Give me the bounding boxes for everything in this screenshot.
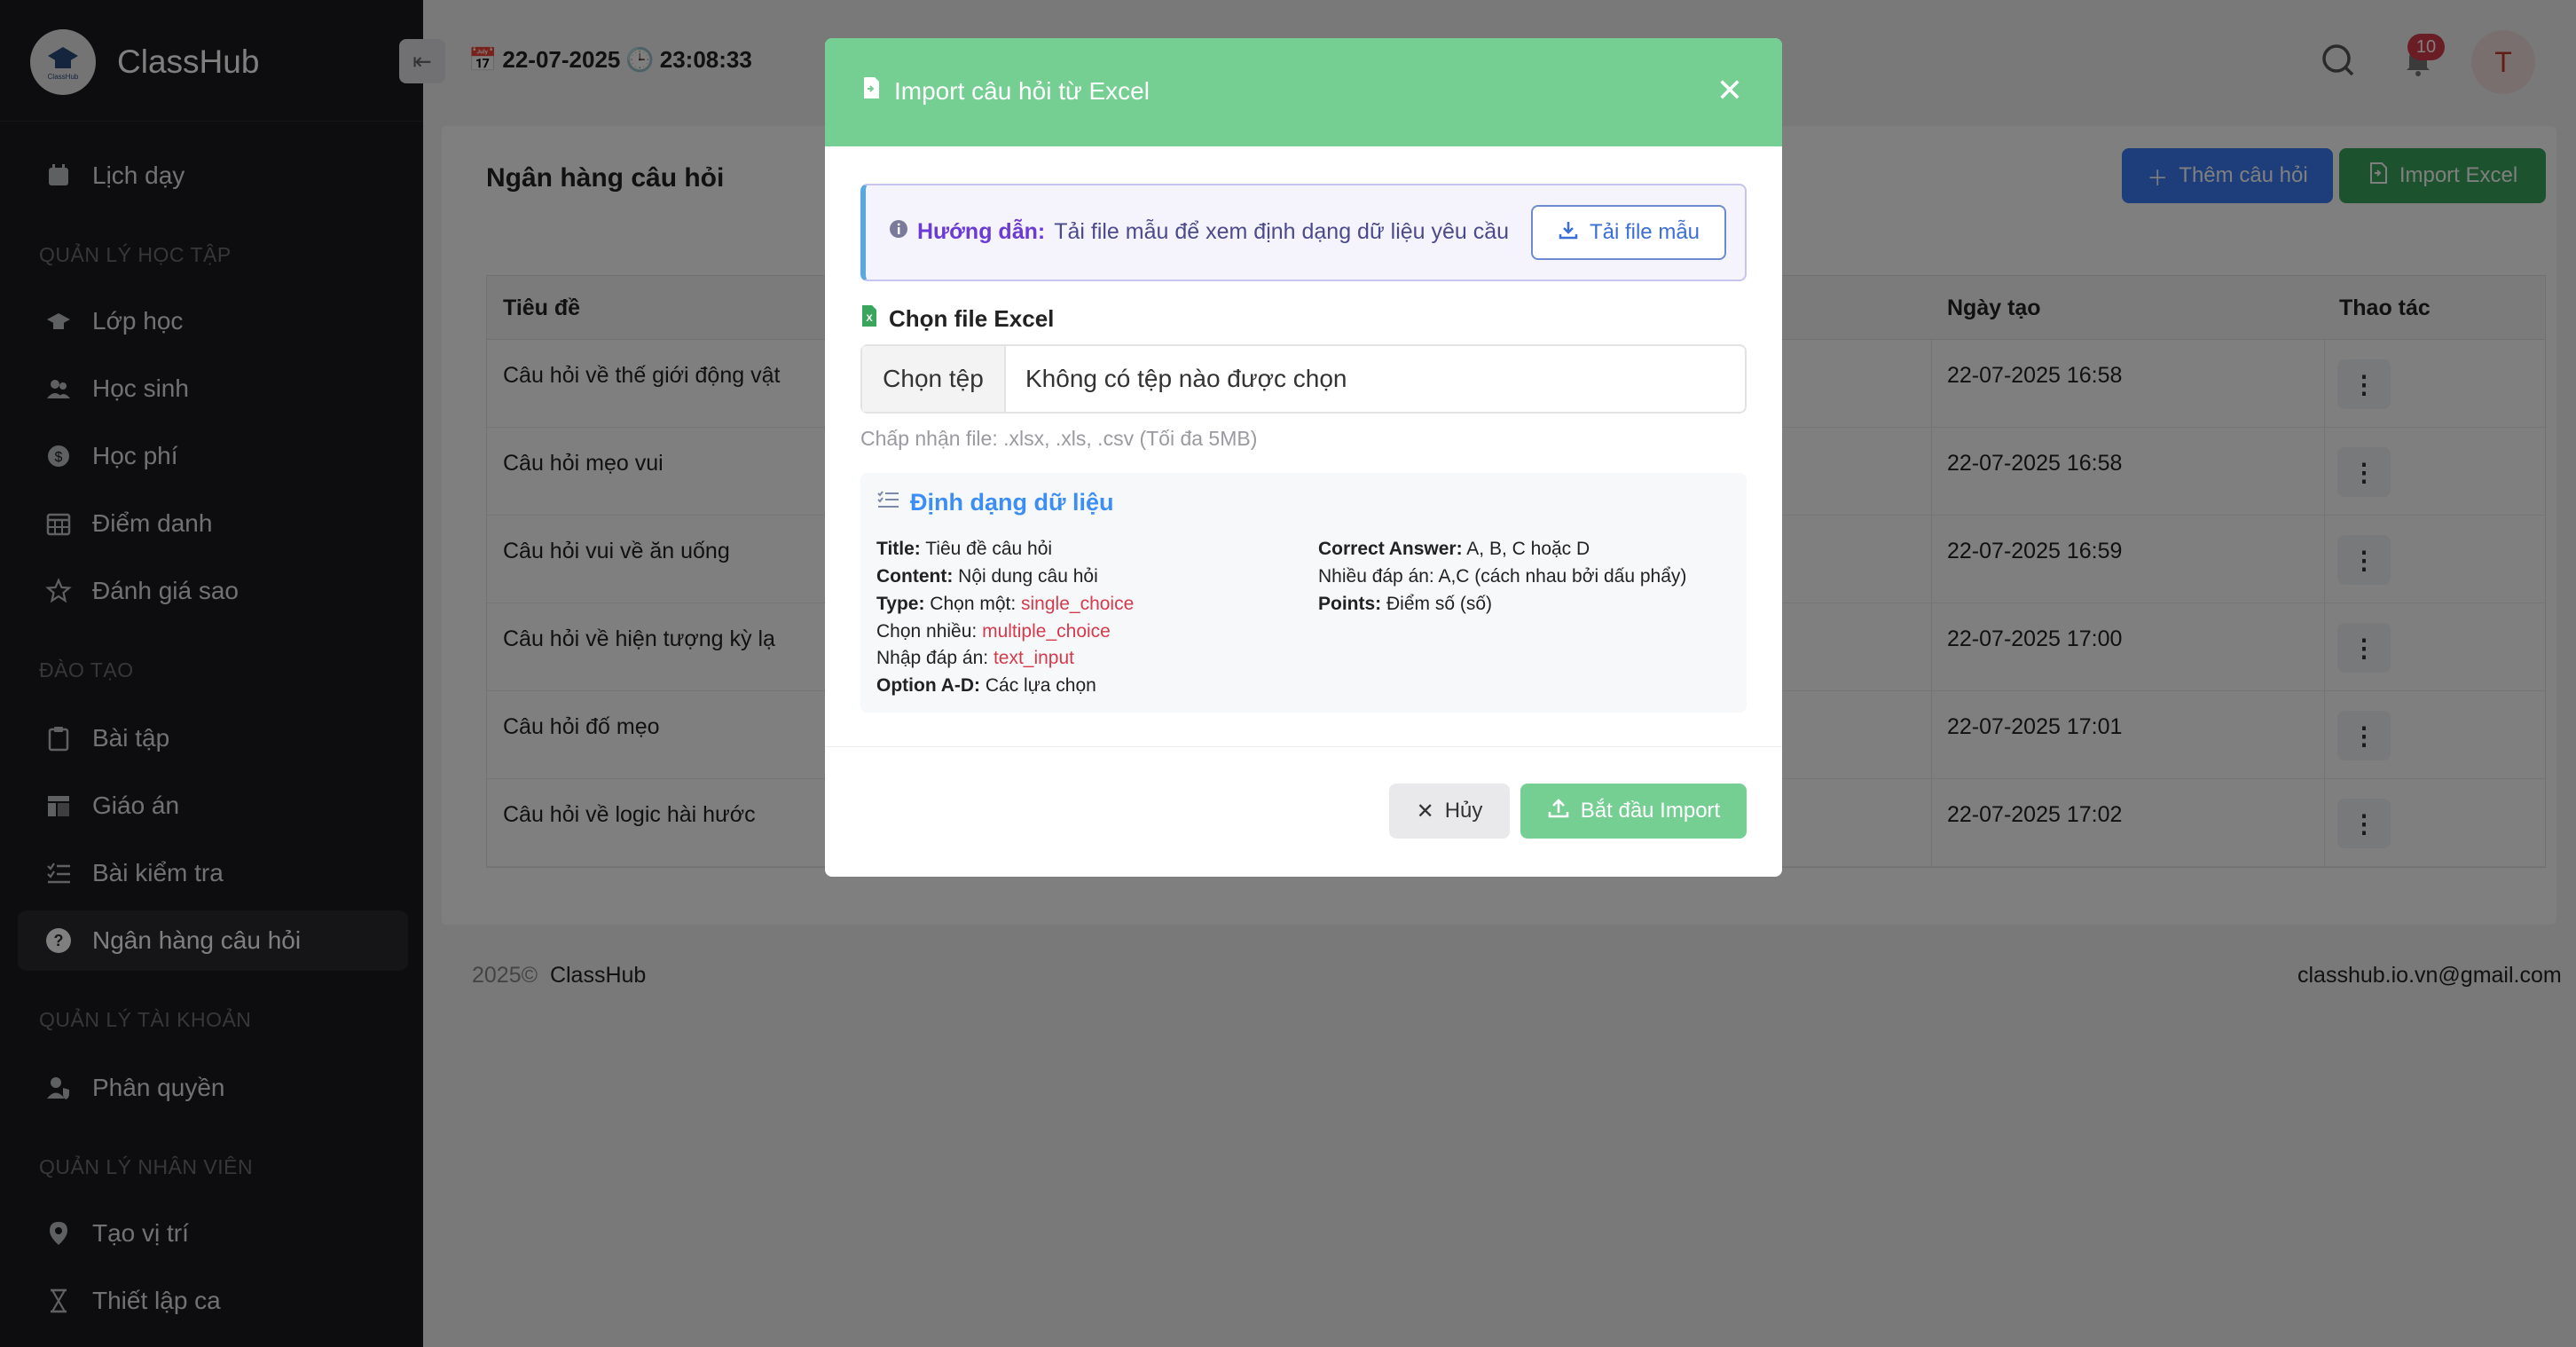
guide-alert: Hướng dẫn: Tải file mẫu để xem định dạng… [860,184,1747,281]
format-line: Nhiều đáp án: A,C (cách nhau bởi dấu phẩ… [1318,566,1687,587]
info-icon [889,219,908,245]
format-box: Định dạng dữ liệu Title: Tiêu đề câu hỏi… [860,473,1747,713]
download-template-label: Tải file mẫu [1589,220,1700,244]
upload-icon [1547,798,1570,825]
format-line: Type: Chọn một: single_choice [876,594,1135,614]
modal-title-text: Import câu hỏi từ Excel [894,76,1150,105]
format-line: Correct Answer: A, B, C hoặc D [1318,539,1590,559]
cancel-label: Hủy [1444,799,1483,823]
choose-file-button[interactable]: Chọn tệp [862,346,1006,412]
start-import-label: Bắt đầu Import [1580,799,1721,823]
file-status: Không có tệp nào được chọn [1025,365,1347,392]
format-title: Định dạng dữ liệu [876,489,1114,516]
download-icon [1558,219,1579,247]
format-line: Points: Điểm số (số) [1318,594,1493,614]
file-label-text: Chọn file Excel [889,305,1055,332]
guide-message: Tải file mẫu để xem định dạng dữ liệu yê… [1054,219,1510,244]
excel-file-icon: X [860,304,878,334]
accept-hint: Chấp nhận file: .xlsx, .xls, .csv (Tối đ… [860,427,1258,450]
format-line: Nhập đáp án: text_input [876,648,1075,668]
close-icon: ✕ [1416,799,1434,823]
download-template-button[interactable]: Tải file mẫu [1531,205,1726,260]
guide-text: Hướng dẫn: Tải file mẫu để xem định dạng… [889,219,1509,245]
modal-header: Import câu hỏi từ Excel ✕ [825,38,1782,146]
modal-divider [825,746,1782,747]
close-icon[interactable]: ✕ [1716,72,1743,109]
file-input[interactable]: Chọn tệp Không có tệp nào được chọn [860,344,1747,414]
file-label: X Chọn file Excel [860,304,1054,334]
list-check-icon [876,489,899,516]
format-line: Title: Tiêu đề câu hỏi [876,539,1053,559]
modal-title: Import câu hỏi từ Excel [860,75,1150,106]
start-import-button[interactable]: Bắt đầu Import [1520,784,1747,839]
format-line: Chọn nhiều: multiple_choice [876,621,1111,642]
format-title-text: Định dạng dữ liệu [910,489,1114,516]
format-line: Content: Nội dung câu hỏi [876,566,1098,587]
format-line: Option A-D: Các lựa chọn [876,675,1096,696]
cancel-button[interactable]: ✕ Hủy [1389,784,1510,839]
guide-bold: Hướng dẫn: [917,219,1046,244]
file-import-icon [860,75,882,106]
import-modal: Import câu hỏi từ Excel ✕ Hướng dẫn: Tải… [825,38,1782,877]
svg-text:X: X [866,313,873,324]
